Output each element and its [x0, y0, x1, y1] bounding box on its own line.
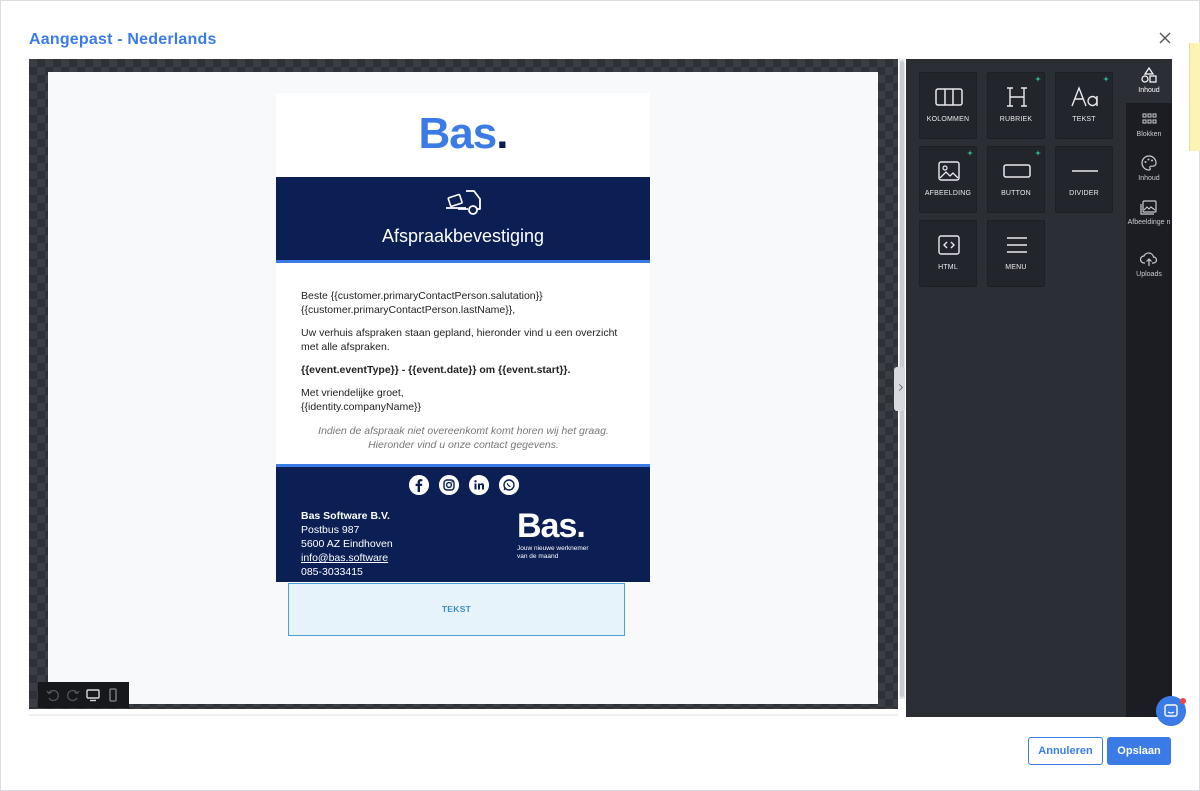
address-line: Postbus 987	[301, 524, 360, 536]
heading-icon	[1007, 87, 1027, 107]
email-preview: Bas. Afspraakbevestiging Beste {{custome…	[276, 93, 650, 582]
shapes-icon	[1141, 67, 1157, 83]
intro-text: Uw verhuis afspraken staan gepland, hier…	[301, 327, 618, 353]
email-body[interactable]: Beste {{customer.primaryContactPerson.sa…	[276, 263, 650, 464]
email-footer[interactable]: Bas Software B.V. Postbus 987 5600 AZ Ei…	[276, 464, 650, 582]
cloud-upload-icon	[1140, 252, 1158, 266]
editor-modal: Aangepast - Nederlands Bas. Afspraakbeve…	[0, 0, 1200, 791]
sticky-note-tab[interactable]	[1189, 43, 1200, 151]
menu-icon	[1007, 237, 1027, 253]
tab-blocks[interactable]: Blokken	[1126, 103, 1172, 147]
images-icon	[1140, 200, 1157, 215]
tool-image[interactable]: AFBEELDING	[919, 146, 977, 213]
divider-icon	[1072, 170, 1098, 172]
text-icon	[1071, 86, 1098, 107]
tool-text[interactable]: TEKST	[1055, 72, 1113, 139]
whatsapp-icon[interactable]	[499, 475, 519, 495]
email-header-title: Afspraakbevestiging	[381, 226, 545, 246]
cancel-button[interactable]: Annuleren	[1028, 737, 1103, 765]
tool-columns[interactable]: KOLOMMEN	[919, 72, 977, 139]
tools-panel: KOLOMMEN RUBRIEK TEKST AFBEELDING BUTTON	[906, 59, 1172, 717]
tool-menu[interactable]: MENU	[987, 220, 1045, 287]
event-text: {{event.eventType}} - {{event.date}} om …	[301, 364, 571, 376]
code-icon	[938, 235, 960, 255]
linkedin-icon[interactable]	[469, 475, 489, 495]
moving-truck-icon	[446, 190, 481, 215]
canvas-toolbar	[38, 682, 129, 708]
columns-icon	[935, 88, 963, 106]
tab-uploads[interactable]: Uploads	[1126, 243, 1172, 287]
tool-button[interactable]: BUTTON	[987, 146, 1045, 213]
footer-logo: Bas. Jouw nieuwe werknemer van de maand	[517, 507, 589, 560]
address-line: 5600 AZ Eindhoven	[301, 538, 393, 550]
note-text: Indien de afspraak niet overeenkomt komt…	[318, 425, 609, 451]
tool-heading[interactable]: RUBRIEK	[987, 72, 1045, 139]
desktop-view-icon[interactable]	[85, 687, 101, 703]
save-button[interactable]: Opslaan	[1107, 737, 1171, 765]
company-name: Bas Software B.V.	[301, 510, 390, 522]
tab-content[interactable]: Inhoud	[1126, 59, 1172, 103]
close-icon[interactable]	[1156, 29, 1174, 47]
email-logo-block[interactable]: Bas.	[276, 93, 650, 177]
mobile-view-icon[interactable]	[105, 687, 121, 703]
divider	[29, 714, 898, 716]
salutation-text: Beste {{customer.primaryContactPerson.sa…	[301, 290, 543, 316]
phone-number: 085-3033415	[301, 566, 363, 578]
image-icon	[938, 161, 960, 181]
tool-divider[interactable]: DIVIDER	[1055, 146, 1113, 213]
tool-html[interactable]: HTML	[919, 220, 977, 287]
instagram-icon[interactable]	[439, 475, 459, 495]
facebook-icon[interactable]	[409, 475, 429, 495]
button-icon	[1003, 164, 1031, 178]
sparkle-icon	[1035, 150, 1041, 156]
social-icons	[409, 475, 519, 495]
email-logo: Bas.	[418, 109, 509, 158]
palette-icon	[1141, 155, 1157, 171]
sparkle-icon	[1035, 76, 1041, 82]
drop-placeholder[interactable]: TEKST	[288, 583, 625, 636]
tab-images[interactable]: Afbeeldinge n	[1126, 191, 1172, 235]
panel-collapse-handle[interactable]	[894, 367, 905, 411]
sparkle-icon	[967, 150, 973, 156]
notification-dot	[1180, 698, 1186, 704]
undo-icon[interactable]	[45, 687, 61, 703]
closing-text: Met vriendelijke groet, {{identity.compan…	[301, 387, 422, 413]
panel-side-tabs: Inhoud Blokken Inhoud Afbeeldinge n Uplo…	[1126, 59, 1172, 717]
email-link[interactable]: info@bas.software	[301, 551, 393, 565]
redo-icon[interactable]	[65, 687, 81, 703]
sparkle-icon	[1103, 76, 1109, 82]
contact-info: Bas Software B.V. Postbus 987 5600 AZ Ei…	[301, 509, 393, 579]
tab-body[interactable]: Inhoud	[1126, 147, 1172, 191]
blocks-icon	[1142, 113, 1157, 124]
modal-title: Aangepast - Nederlands	[29, 31, 217, 48]
email-header[interactable]: Afspraakbevestiging	[276, 177, 650, 263]
